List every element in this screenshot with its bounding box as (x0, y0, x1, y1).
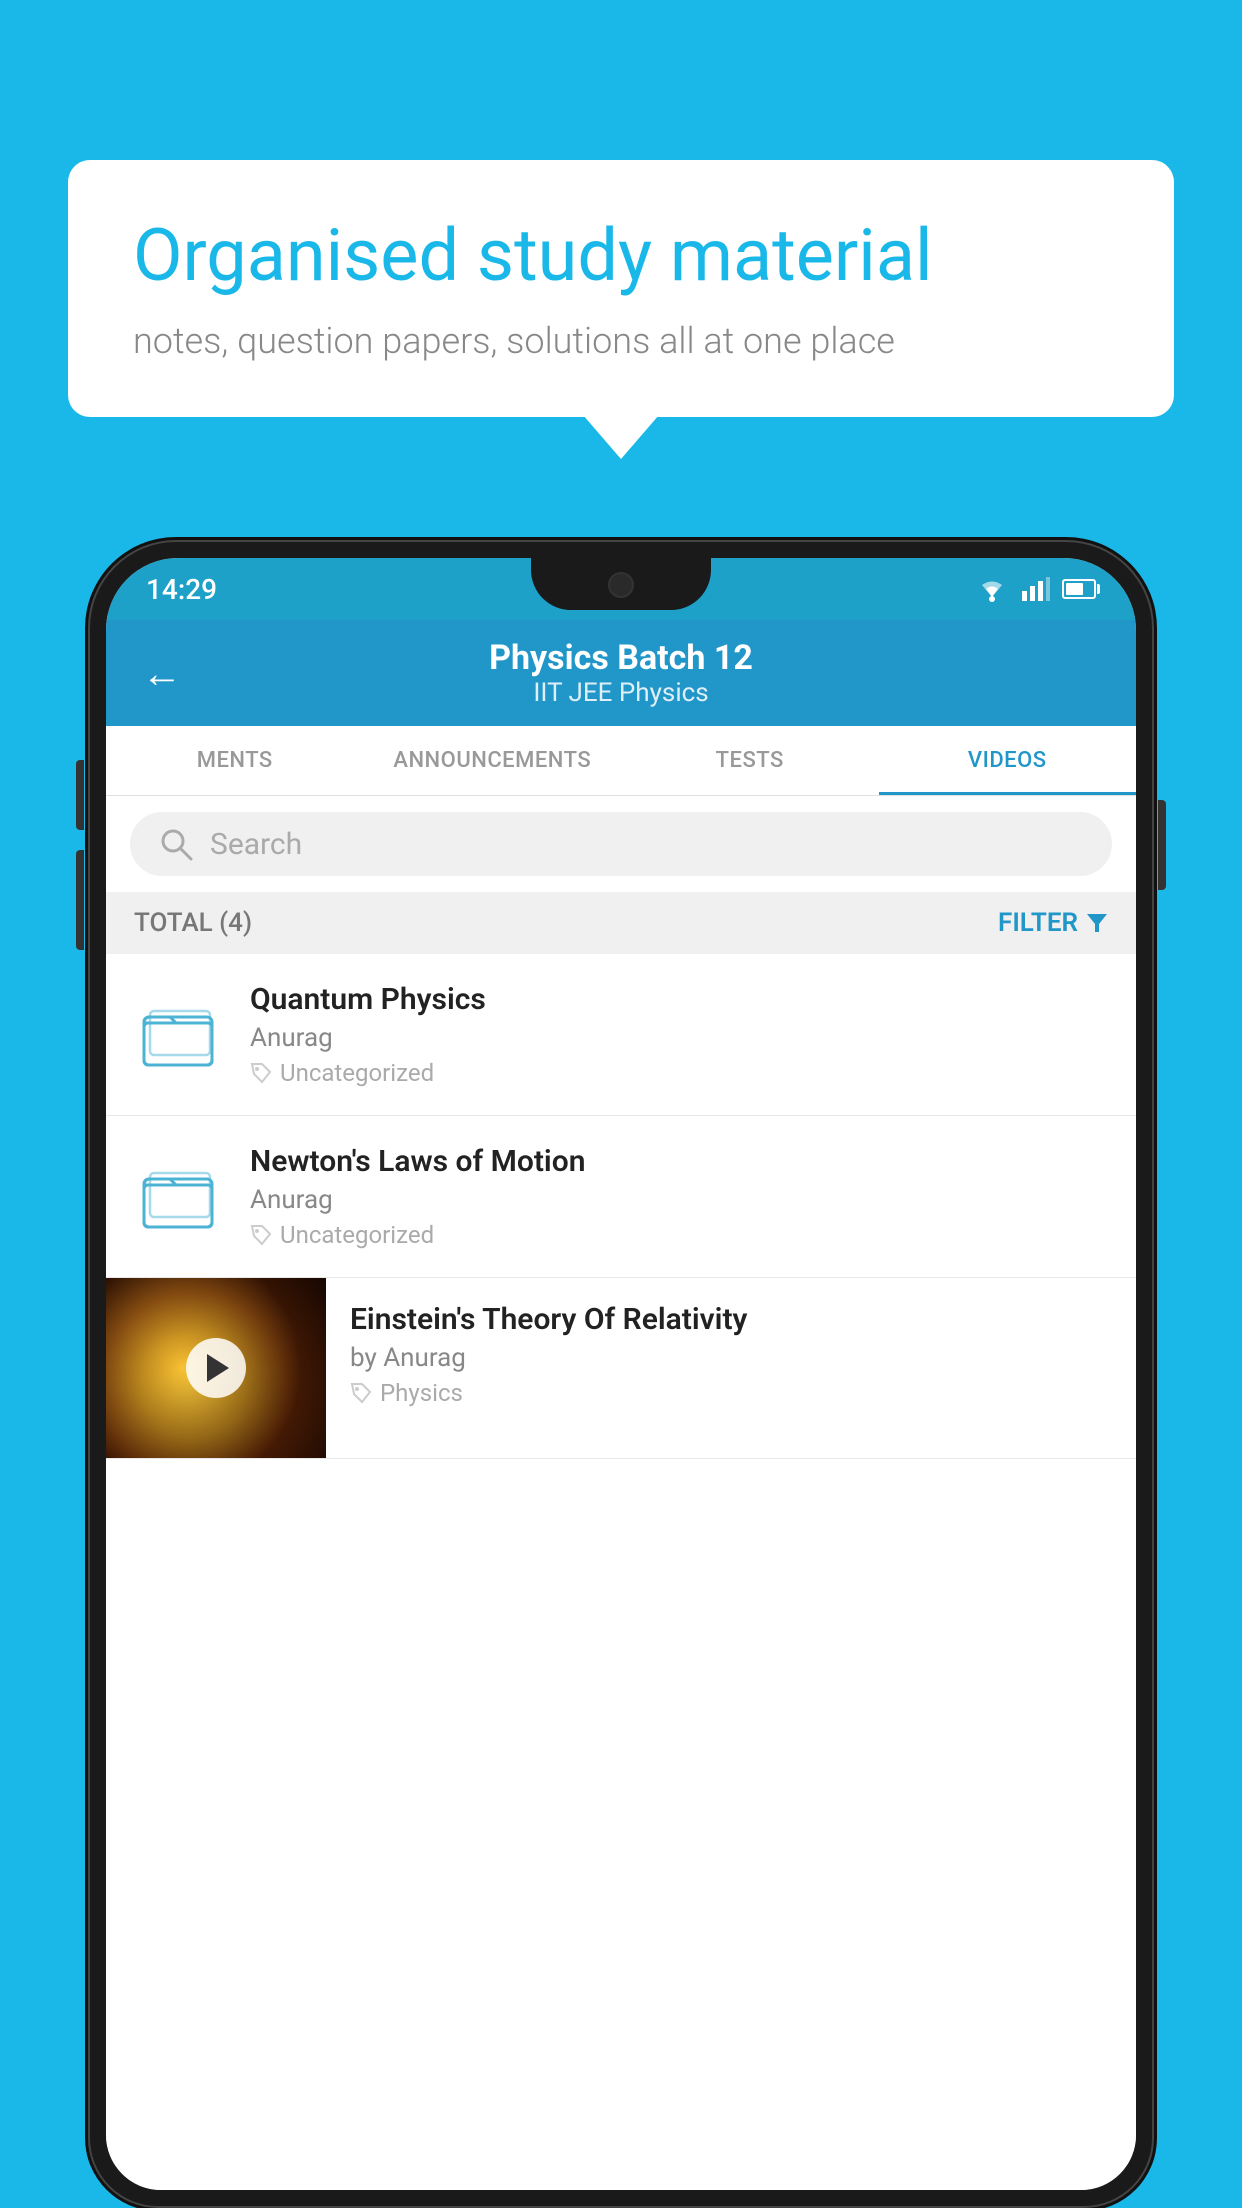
search-icon (158, 826, 194, 862)
video-details: Einstein's Theory Of Relativity by Anura… (326, 1278, 1136, 1431)
bubble-subtitle: notes, question papers, solutions all at… (133, 320, 1109, 362)
play-button[interactable] (186, 1338, 246, 1398)
phone-camera (608, 572, 634, 598)
filter-label: FILTER (998, 908, 1078, 938)
play-triangle-icon (207, 1354, 229, 1382)
search-container: Search (106, 796, 1136, 892)
folder-icon (142, 1001, 214, 1069)
phone-wrapper: 14:29 (88, 540, 1154, 2208)
tag-icon (250, 1062, 272, 1084)
item-title: Newton's Laws of Motion (250, 1144, 1108, 1179)
phone-screen: 14:29 (106, 558, 1136, 2190)
status-icons (974, 575, 1096, 603)
tag-label: Uncategorized (280, 1059, 434, 1087)
item-details: Newton's Laws of Motion Anurag Uncategor… (250, 1144, 1108, 1249)
power-button (1158, 800, 1166, 890)
video-title: Einstein's Theory Of Relativity (350, 1302, 1112, 1337)
back-button[interactable]: ← (142, 650, 182, 697)
list-item[interactable]: Newton's Laws of Motion Anurag Uncategor… (106, 1116, 1136, 1278)
tab-ments[interactable]: MENTS (106, 726, 364, 795)
tab-tests[interactable]: TESTS (621, 726, 879, 795)
item-author: Anurag (250, 1185, 1108, 1215)
video-author: by Anurag (350, 1343, 1112, 1373)
item-title: Quantum Physics (250, 982, 1108, 1017)
item-icon (134, 1153, 222, 1241)
header-subtitle: IIT JEE Physics (210, 678, 1032, 708)
tabs-bar: MENTS ANNOUNCEMENTS TESTS VIDEOS (106, 726, 1136, 796)
filter-button[interactable]: FILTER (998, 908, 1108, 938)
status-time: 14:29 (146, 573, 217, 606)
tag-label: Physics (380, 1379, 463, 1407)
content-list: Quantum Physics Anurag Uncategorized (106, 954, 1136, 2190)
speech-bubble: Organised study material notes, question… (68, 160, 1174, 417)
volume-up-button (76, 760, 84, 830)
signal-icon (1022, 577, 1050, 601)
item-icon (134, 991, 222, 1079)
item-author: Anurag (250, 1023, 1108, 1053)
battery-fill (1066, 583, 1083, 595)
header-text: Physics Batch 12 IIT JEE Physics (210, 638, 1032, 708)
wifi-icon (974, 575, 1010, 603)
header-title: Physics Batch 12 (210, 638, 1032, 678)
total-label: TOTAL (4) (134, 908, 252, 938)
phone-notch (531, 558, 711, 610)
bubble-title: Organised study material (133, 215, 1109, 298)
folder-icon (142, 1163, 214, 1231)
volume-down-button (76, 850, 84, 950)
tab-announcements[interactable]: ANNOUNCEMENTS (364, 726, 622, 795)
search-placeholder: Search (210, 827, 302, 862)
video-thumbnail (106, 1278, 326, 1458)
phone-frame: 14:29 (88, 540, 1154, 2208)
tag-icon (250, 1224, 272, 1246)
list-item-video[interactable]: Einstein's Theory Of Relativity by Anura… (106, 1278, 1136, 1459)
item-tag: Uncategorized (250, 1221, 1108, 1249)
tab-videos[interactable]: VIDEOS (879, 726, 1137, 795)
filter-funnel-icon (1086, 912, 1108, 934)
speech-bubble-container: Organised study material notes, question… (68, 160, 1174, 417)
battery-icon (1062, 579, 1096, 599)
video-tag: Physics (350, 1379, 1112, 1407)
item-details: Quantum Physics Anurag Uncategorized (250, 982, 1108, 1087)
tag-label: Uncategorized (280, 1221, 434, 1249)
tag-icon (350, 1382, 372, 1404)
item-tag: Uncategorized (250, 1059, 1108, 1087)
app-header: ← Physics Batch 12 IIT JEE Physics (106, 620, 1136, 726)
filter-bar: TOTAL (4) FILTER (106, 892, 1136, 954)
search-bar[interactable]: Search (130, 812, 1112, 876)
list-item[interactable]: Quantum Physics Anurag Uncategorized (106, 954, 1136, 1116)
